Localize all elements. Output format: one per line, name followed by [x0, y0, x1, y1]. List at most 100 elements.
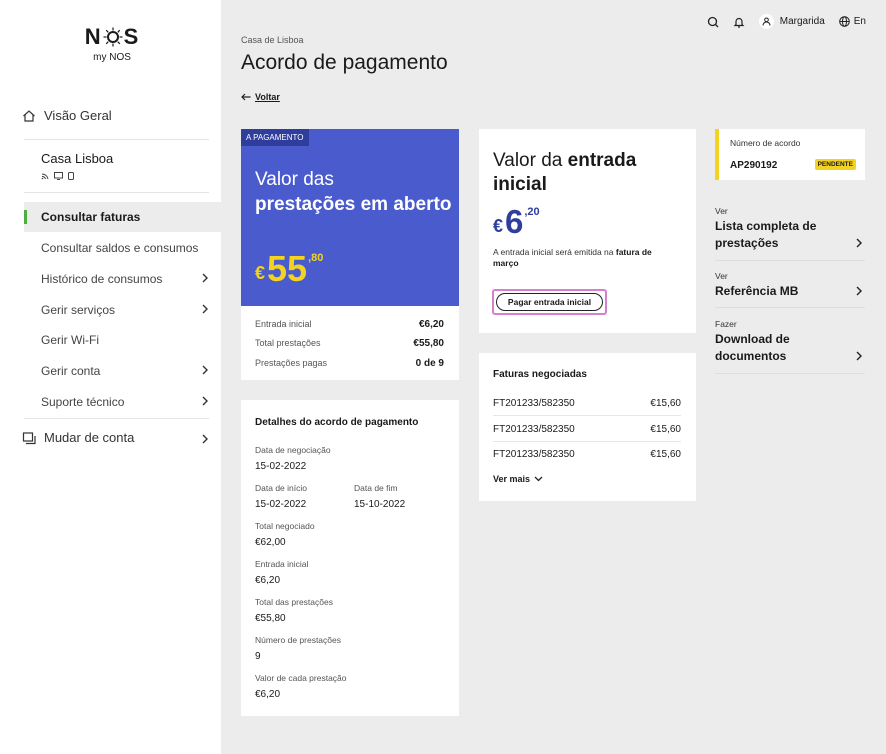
link-caption: Ver [715, 206, 728, 216]
field-label: Data de início [255, 483, 307, 493]
nos-logo[interactable]: N S my NOS [80, 24, 144, 63]
details-title: Detalhes do acordo de pagamento [255, 417, 419, 428]
field-negotiation-date: Data de negociação 15-02-2022 [255, 445, 331, 472]
menu-item-label: Gerir conta [41, 364, 101, 378]
menu-consultar-saldos[interactable]: Consultar saldos e consumos [24, 233, 221, 263]
negotiated-invoices-card: Faturas negociadas FT201233/582350 €15,6… [479, 353, 696, 501]
menu-gerir-wifi[interactable]: Gerir Wi-Fi [24, 325, 221, 355]
field-label: Entrada inicial [255, 559, 309, 569]
divider [24, 139, 209, 140]
nav-switch-account[interactable]: Mudar de conta [22, 430, 217, 445]
bell-icon[interactable] [733, 16, 745, 28]
link-download-documents[interactable]: Fazer Download de documentos [715, 319, 865, 374]
menu-gerir-servicos[interactable]: Gerir serviços [24, 295, 221, 325]
invoice-id: FT201233/582350 [493, 397, 575, 409]
field-installments-count: Número de prestações 9 [255, 635, 341, 662]
entry-title: Valor da entrada inicial [493, 149, 636, 197]
switch-account-label: Mudar de conta [44, 430, 135, 445]
summary-row-initial: Entrada inicial €6,20 [255, 319, 444, 330]
menu-historico-consumos[interactable]: Histórico de consumos [24, 264, 221, 294]
house-title: Casa Lisboa [41, 151, 114, 166]
invoice-row[interactable]: FT201233/582350 €15,60 [493, 417, 681, 442]
amount-integer: 55 [267, 248, 308, 289]
field-value: 15-10-2022 [354, 499, 406, 510]
field-start-date: Data de início 15-02-2022 [255, 483, 307, 510]
installments-title-light: Valor das [255, 169, 334, 190]
menu-suporte-tecnico[interactable]: Suporte técnico [24, 387, 221, 417]
menu-gerir-conta[interactable]: Gerir conta [24, 356, 221, 386]
entry-note-text: A entrada inicial será emitida na [493, 247, 614, 257]
link-caption: Fazer [715, 319, 737, 329]
summary-row-total: Total prestações €55,80 [255, 338, 444, 349]
status-tag: A PAGAMENTO [241, 129, 309, 146]
home-icon [23, 109, 35, 122]
sun-logo-icon [103, 27, 123, 47]
globe-icon [838, 16, 850, 27]
brand-subtitle: my NOS [93, 52, 131, 63]
summary-value: 0 de 9 [415, 358, 444, 369]
link-title: Download de documentos [715, 332, 790, 363]
amount-integer: 6 [505, 203, 524, 240]
invoice-amount: €15,60 [650, 449, 681, 460]
summary-label: Total prestações [255, 338, 321, 348]
invoices-title: Faturas negociadas [493, 369, 587, 380]
entry-note: A entrada inicial será emitida na fatura… [493, 247, 673, 269]
chevron-right-icon [202, 396, 208, 406]
nav-overview-label: Visão Geral [44, 108, 112, 123]
field-installment-value: Valor de cada prestação €6,20 [255, 673, 347, 700]
chevron-down-icon [534, 476, 543, 482]
summary-value: €55,80 [413, 338, 444, 349]
field-value: €6,20 [255, 575, 281, 586]
back-label: Voltar [255, 92, 280, 102]
entry-amount: € 6 ,20 [493, 203, 540, 241]
user-menu[interactable]: Margarida [758, 14, 825, 29]
invoice-amount: €15,60 [650, 397, 681, 409]
initial-entry-card: Valor da entrada inicial € 6 ,20 A entra… [479, 129, 696, 333]
breadcrumb[interactable]: Casa de Lisboa [241, 35, 304, 45]
entry-title-bold-2: inicial [493, 174, 547, 195]
agreement-number: AP290192 [730, 160, 778, 171]
chevron-right-icon [202, 304, 208, 314]
amount-decimal: ,20 [524, 206, 540, 218]
agreement-number-card: Número de acordo AP290192 PENDENTE [715, 129, 865, 180]
currency-symbol: € [255, 263, 266, 283]
field-label: Data de fim [354, 483, 398, 493]
summary-label: Prestações pagas [255, 358, 328, 368]
field-value: 15-02-2022 [255, 499, 307, 510]
installments-header: A PAGAMENTO Valor das prestações em aber… [241, 129, 459, 306]
pay-initial-entry-button[interactable]: Pagar entrada inicial [492, 289, 607, 315]
menu-consultar-faturas[interactable]: Consultar faturas [24, 202, 221, 232]
see-more-button[interactable]: Ver mais [493, 474, 543, 484]
summary-label: Entrada inicial [255, 319, 312, 329]
language-label: En [853, 16, 866, 27]
entry-title-light: Valor da [493, 150, 563, 171]
chevron-right-icon [202, 273, 208, 283]
nav-overview[interactable]: Visão Geral [22, 108, 112, 123]
field-label: Total negociado [255, 521, 315, 531]
user-name: Margarida [779, 16, 825, 27]
avatar [758, 14, 774, 29]
field-label: Data de negociação [255, 445, 331, 455]
divider [24, 192, 209, 193]
back-link[interactable]: Voltar [241, 92, 280, 102]
menu-item-label: Gerir Wi-Fi [41, 333, 99, 347]
field-value: €6,20 [255, 689, 281, 700]
search-icon[interactable] [707, 16, 719, 28]
agreement-label: Número de acordo [730, 138, 801, 148]
link-title: Referência MB [715, 284, 799, 298]
field-end-date: Data de fim 15-10-2022 [354, 483, 405, 510]
menu-item-label: Suporte técnico [41, 395, 125, 409]
field-total-negotiated: Total negociado €62,00 [255, 521, 315, 548]
pay-button-label: Pagar entrada inicial [496, 293, 603, 311]
invoice-row[interactable]: FT201233/582350 €15,60 [493, 391, 681, 416]
chevron-right-icon [202, 434, 208, 444]
chevron-right-icon [856, 286, 862, 296]
invoice-row[interactable]: FT201233/582350 €15,60 [493, 442, 681, 467]
switch-account-icon [22, 431, 36, 444]
language-selector[interactable]: En [838, 16, 866, 27]
link-installments-list[interactable]: Ver Lista completa de prestações [715, 206, 865, 261]
summary-row-paid: Prestações pagas 0 de 9 [255, 358, 444, 369]
link-mb-reference[interactable]: Ver Referência MB [715, 271, 865, 308]
arrow-left-icon [241, 93, 251, 101]
installments-amount: € 55 ,80 [255, 249, 323, 289]
